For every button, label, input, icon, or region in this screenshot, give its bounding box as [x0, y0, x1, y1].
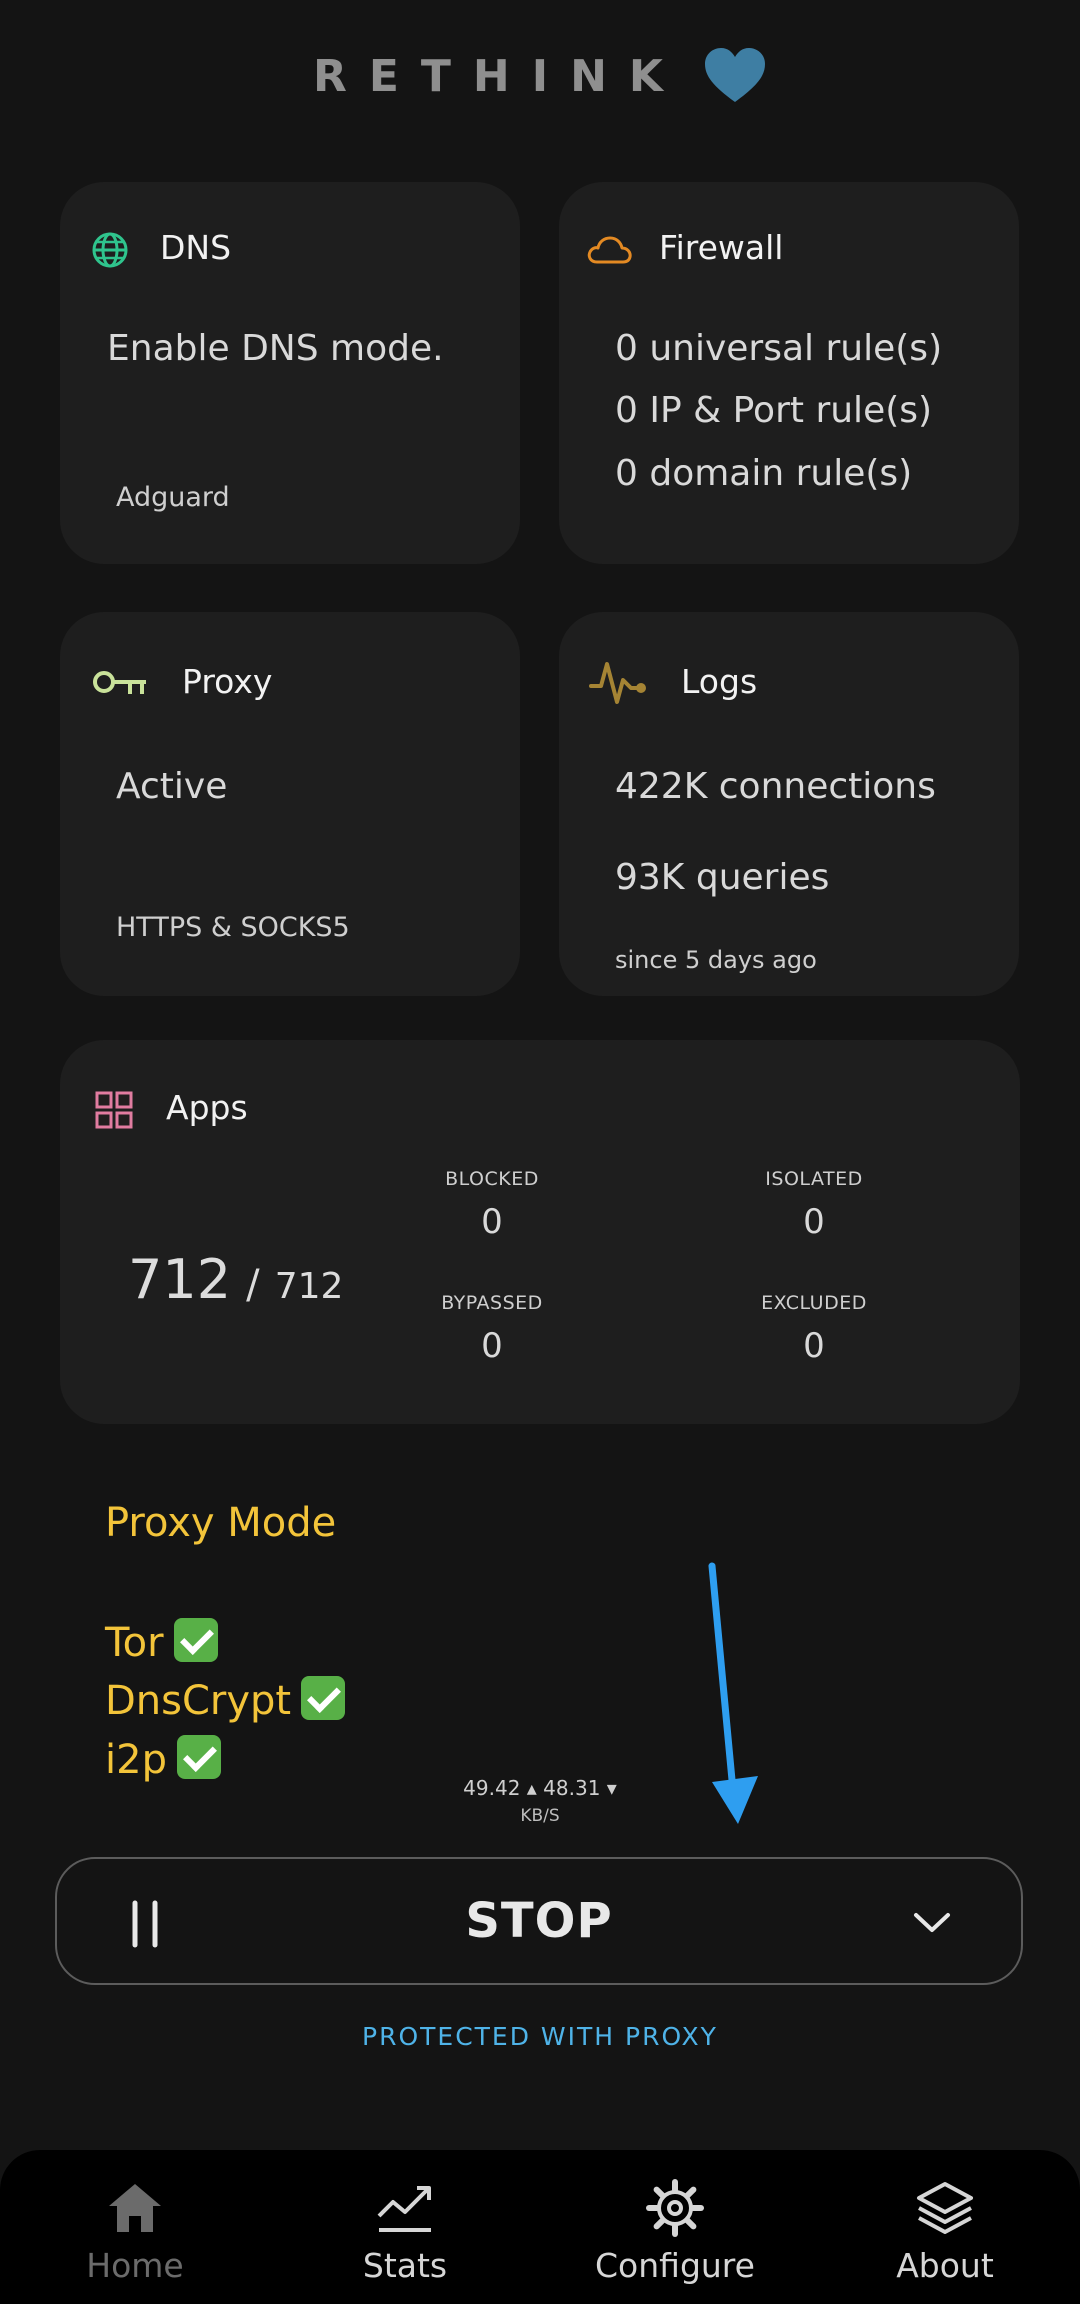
- apps-card[interactable]: Apps 712 / 712 BLOCKED 0 ISOLATED 0 BYPA…: [60, 1040, 1020, 1424]
- stop-control[interactable]: STOP: [55, 1857, 1023, 1985]
- proxy-type: HTTPS & SOCKS5: [116, 912, 350, 943]
- speed-unit: KB/S: [520, 1806, 560, 1826]
- excluded-value: 0: [803, 1326, 825, 1366]
- isolated-label: ISOLATED: [765, 1168, 863, 1190]
- app-header: RETHINK: [0, 40, 1080, 112]
- logs-card[interactable]: Logs 422K connections 93K queries since …: [559, 612, 1019, 996]
- proxy-mode-item-label: i2p: [105, 1737, 167, 1783]
- nav-stats[interactable]: Stats: [270, 2150, 540, 2304]
- dns-provider: Adguard: [116, 482, 230, 513]
- cloud-icon: [587, 236, 632, 264]
- apps-title: Apps: [166, 1088, 248, 1127]
- proxy-mode-item-tor: Tor: [105, 1618, 218, 1666]
- nav-configure[interactable]: Configure: [540, 2150, 810, 2304]
- proxy-status: Active: [116, 766, 228, 807]
- check-icon: [301, 1676, 346, 1720]
- nav-about-label: About: [896, 2246, 994, 2285]
- check-icon: [176, 1735, 221, 1779]
- nav-about[interactable]: About: [810, 2150, 1080, 2304]
- nav-home[interactable]: Home: [0, 2150, 270, 2304]
- globe-icon: [92, 232, 128, 268]
- firewall-title: Firewall: [659, 228, 784, 267]
- logs-connections: 422K connections: [615, 766, 936, 807]
- logs-queries: 93K queries: [615, 857, 830, 898]
- dns-card[interactable]: DNS Enable DNS mode. Adguard: [60, 182, 520, 564]
- logs-since: since 5 days ago: [615, 946, 817, 974]
- firewall-ip-port-rules: 0 IP & Port rule(s): [615, 390, 933, 431]
- firewall-card[interactable]: Firewall 0 universal rule(s) 0 IP & Port…: [559, 182, 1019, 564]
- nav-configure-label: Configure: [595, 2246, 755, 2285]
- bypassed-value: 0: [481, 1326, 503, 1366]
- dns-status: Enable DNS mode.: [107, 328, 444, 369]
- blocked-value: 0: [481, 1202, 503, 1242]
- chevron-down-icon[interactable]: [912, 1911, 952, 1935]
- app-title: RETHINK: [312, 50, 686, 102]
- proxy-mode-item-label: Tor: [105, 1620, 164, 1666]
- bottom-navigation: Home Stats Configure About: [0, 2150, 1080, 2304]
- speed-readout: 49.42 ▴ 48.31 ▾: [463, 1776, 617, 1800]
- proxy-mode-item-label: DnsCrypt: [105, 1678, 292, 1724]
- home-icon: [109, 2184, 161, 2232]
- arrow-annotation-icon: [708, 1562, 758, 1824]
- heart-icon: [705, 48, 766, 102]
- firewall-universal-rules: 0 universal rule(s): [615, 328, 943, 369]
- firewall-domain-rules: 0 domain rule(s): [615, 453, 913, 494]
- apps-count-group: 712 / 712: [128, 1248, 343, 1311]
- proxy-mode-title: Proxy Mode: [105, 1500, 337, 1546]
- layers-icon: [917, 2182, 973, 2234]
- dns-title: DNS: [160, 228, 232, 267]
- nav-stats-label: Stats: [362, 2246, 448, 2285]
- proxy-card[interactable]: Proxy Active HTTPS & SOCKS5: [60, 612, 520, 996]
- activity-icon: [589, 662, 646, 704]
- gear-icon: [646, 2179, 704, 2237]
- isolated-value: 0: [803, 1202, 825, 1242]
- key-icon: [93, 671, 146, 694]
- check-icon: [173, 1618, 218, 1662]
- proxy-mode-item-i2p: i2p: [105, 1735, 221, 1783]
- proxy-title: Proxy: [182, 662, 273, 701]
- bypassed-label: BYPASSED: [441, 1292, 543, 1314]
- stats-icon: [377, 2186, 431, 2232]
- stop-button[interactable]: STOP: [57, 1859, 1021, 1983]
- apps-count: 712: [128, 1248, 232, 1311]
- apps-total: 712: [274, 1266, 344, 1307]
- logs-title: Logs: [681, 662, 758, 701]
- grid-icon: [95, 1091, 133, 1129]
- nav-home-label: Home: [86, 2246, 184, 2285]
- blocked-label: BLOCKED: [445, 1168, 539, 1190]
- protection-status: PROTECTED WITH PROXY: [362, 2022, 718, 2051]
- proxy-mode-item-dnscrypt: DnsCrypt: [105, 1676, 346, 1724]
- excluded-label: EXCLUDED: [761, 1292, 867, 1314]
- apps-separator: /: [246, 1262, 260, 1308]
